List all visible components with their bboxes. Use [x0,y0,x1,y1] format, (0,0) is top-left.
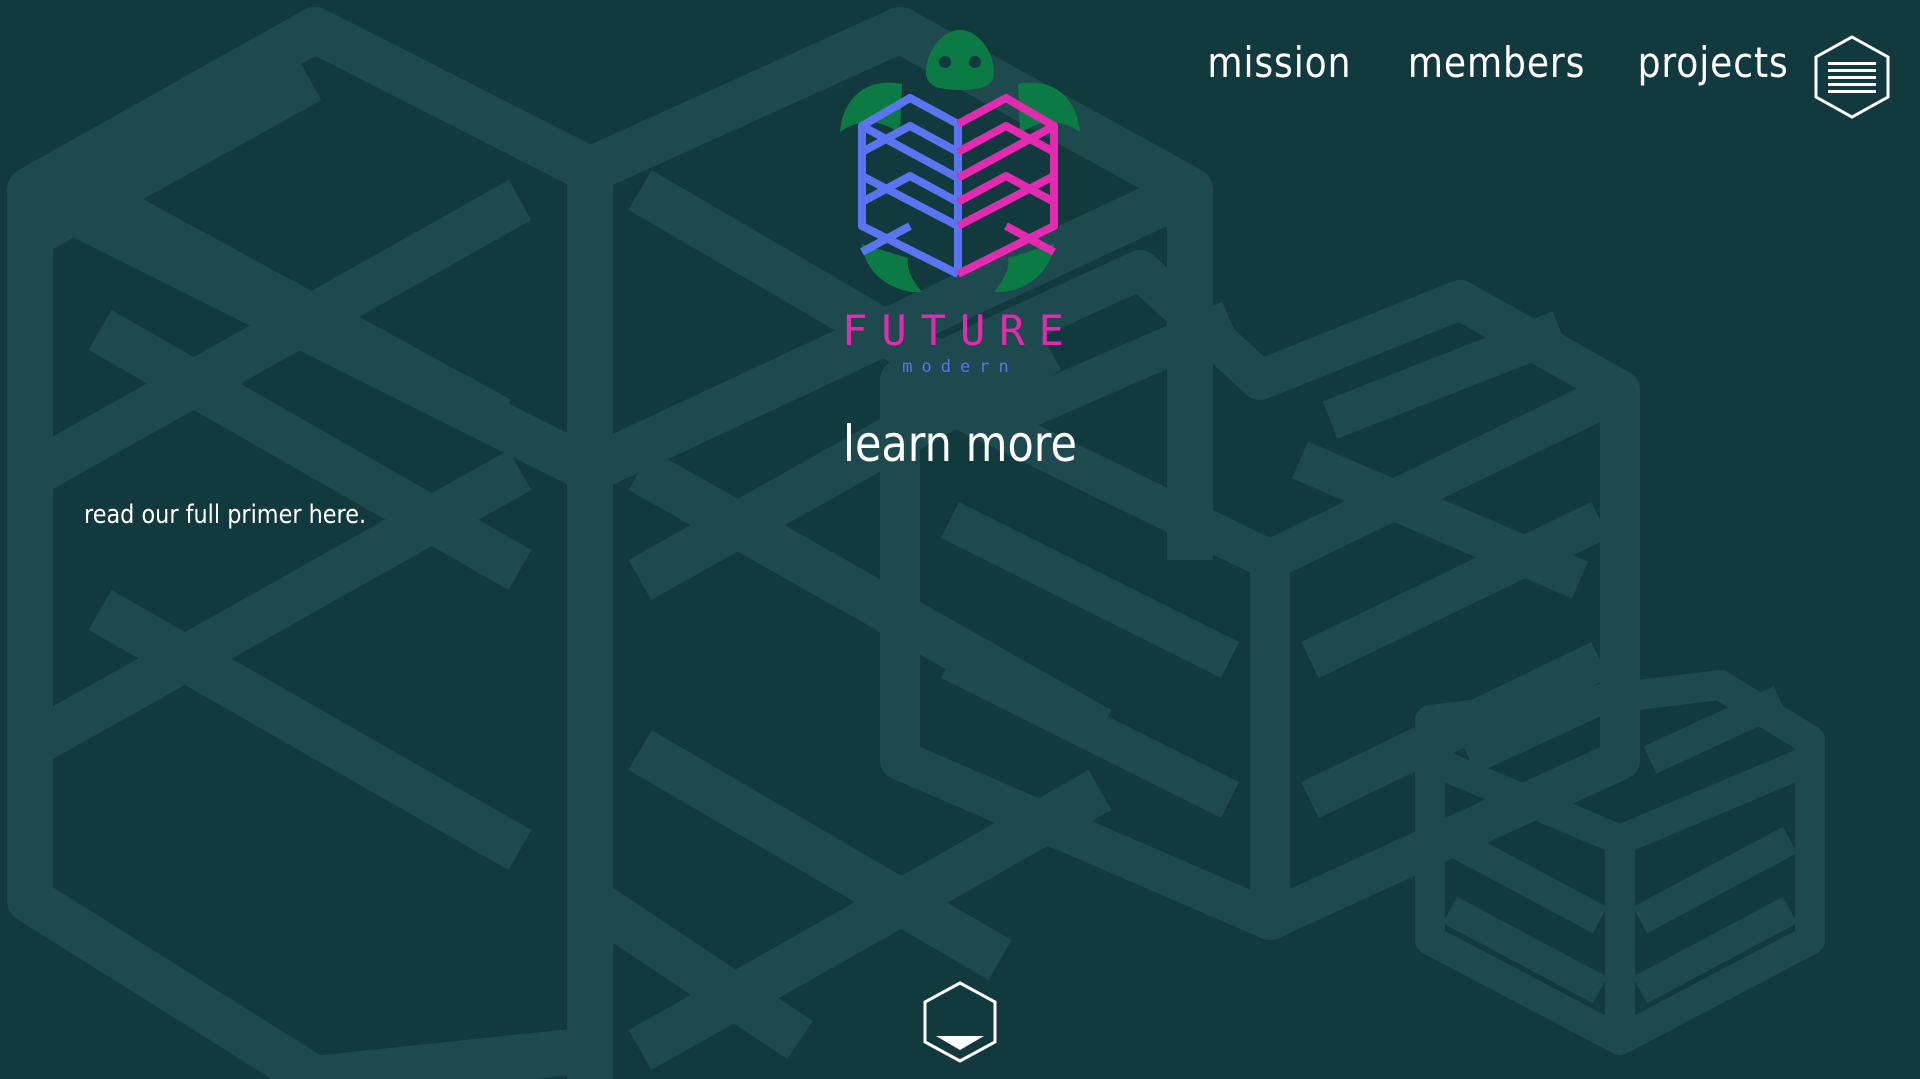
hexagon-down-arrow-icon [923,981,997,1063]
nav-link-members[interactable]: members [1408,38,1585,87]
page: mission members projects FUTURE modern l… [0,0,1920,1079]
turtle-cube-logo [840,30,1080,293]
menu-button[interactable] [1813,34,1891,120]
primer-link[interactable]: read our full primer here. [84,498,366,532]
brand-name: FUTURE [842,306,1078,355]
hamburger-hexagon-icon [1814,35,1890,119]
nav-link-mission[interactable]: mission [1207,38,1351,87]
scroll-down-button[interactable] [922,980,998,1064]
nav-link-projects[interactable]: projects [1638,38,1789,87]
main-nav: mission members projects [1184,38,1789,87]
page-title: learn more [842,415,1077,473]
brand-subtitle: modern [902,357,1018,377]
